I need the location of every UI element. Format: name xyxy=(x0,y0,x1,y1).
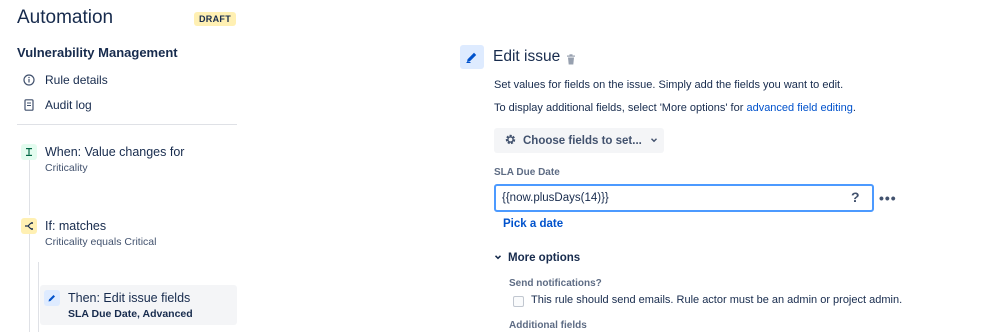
info-icon xyxy=(23,74,35,86)
description-suffix: . xyxy=(852,102,856,114)
choose-fields-label: Choose fields to set... xyxy=(523,134,642,147)
sla-due-date-label: SLA Due Date xyxy=(494,167,560,178)
step-subtitle: Criticality equals Critical xyxy=(45,236,157,248)
more-options-label: More options xyxy=(508,252,581,264)
choose-fields-button[interactable]: Choose fields to set... xyxy=(494,128,664,153)
rule-name: Vulnerability Management xyxy=(17,45,178,60)
trigger-icon xyxy=(21,144,37,160)
more-actions-icon[interactable]: ••• xyxy=(879,190,897,206)
gear-icon xyxy=(504,133,517,149)
description-advanced: To display additional fields, select 'Mo… xyxy=(494,102,856,114)
advanced-field-editing-link[interactable]: advanced field editing xyxy=(746,102,852,114)
sidebar-divider xyxy=(17,124,237,125)
rule-step-action[interactable]: Then: Edit issue fields SLA Due Date, Ad… xyxy=(40,285,237,325)
step-subtitle: SLA Due Date, Advanced xyxy=(68,308,193,320)
rule-step-trigger[interactable]: When: Value changes for Criticality xyxy=(21,144,184,175)
more-options-toggle[interactable]: More options xyxy=(494,252,580,264)
sidebar-item-label: Rule details xyxy=(45,73,108,87)
chevron-down-icon xyxy=(650,135,658,147)
timeline-branch xyxy=(38,262,39,332)
step-subtitle: Criticality xyxy=(45,162,88,174)
page-title: Automation xyxy=(17,7,114,28)
chevron-down-icon xyxy=(494,252,502,264)
pencil-icon xyxy=(44,290,60,306)
send-notifications-label: Send notifications? xyxy=(509,278,602,289)
sla-due-date-input[interactable] xyxy=(494,184,874,212)
step-title: If: matches xyxy=(45,219,107,233)
document-icon xyxy=(23,99,35,111)
trash-icon[interactable] xyxy=(566,52,576,70)
description-prefix: To display additional fields, select 'Mo… xyxy=(494,102,747,114)
send-emails-checkbox[interactable] xyxy=(513,296,524,307)
pencil-icon xyxy=(460,45,484,69)
draft-badge: DRAFT xyxy=(194,12,236,26)
rule-step-condition[interactable]: If: matches Criticality equals Critical xyxy=(21,218,156,249)
sidebar-item-label: Audit log xyxy=(45,98,92,112)
send-emails-label[interactable]: This rule should send emails. Rule actor… xyxy=(531,294,902,306)
sidebar-item-audit-log[interactable]: Audit log xyxy=(23,96,92,114)
additional-fields-label: Additional fields xyxy=(509,320,587,331)
sidebar-item-rule-details[interactable]: Rule details xyxy=(23,71,108,89)
description-text: Set values for fields on the issue. Simp… xyxy=(494,79,844,91)
step-title: Then: Edit issue fields xyxy=(68,291,191,305)
condition-icon xyxy=(21,218,37,234)
pick-a-date-link[interactable]: Pick a date xyxy=(503,218,563,230)
action-title: Edit issue xyxy=(493,48,561,65)
help-icon[interactable]: ? xyxy=(851,189,860,205)
step-title: When: Value changes for xyxy=(45,145,185,159)
